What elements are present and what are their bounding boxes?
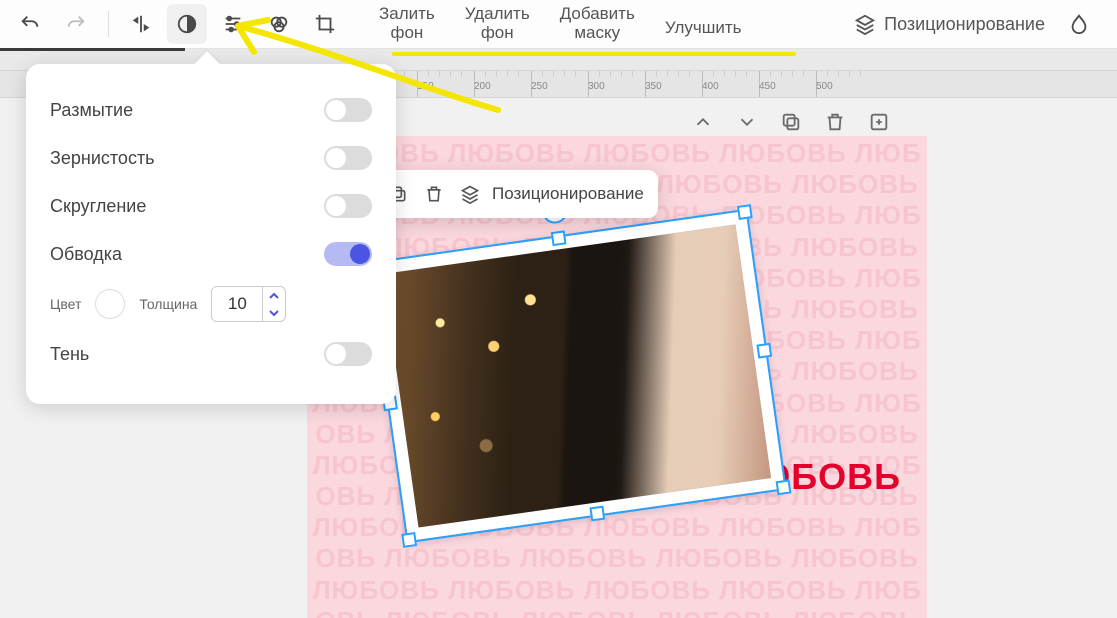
color-channels-button[interactable] bbox=[259, 4, 299, 44]
selection-toolbar: Позиционирование bbox=[370, 170, 658, 218]
layer-tools bbox=[685, 104, 897, 140]
flip-icon bbox=[130, 13, 152, 35]
blur-label: Размытие bbox=[50, 100, 133, 121]
history-group bbox=[0, 4, 345, 44]
spinner-group bbox=[262, 287, 285, 321]
caret-down-icon bbox=[269, 308, 279, 318]
crop-button[interactable] bbox=[305, 4, 345, 44]
sliders-icon bbox=[222, 13, 244, 35]
delete-button[interactable] bbox=[817, 104, 853, 140]
positioning-button[interactable]: Позиционирование bbox=[854, 13, 1045, 35]
blur-toggle[interactable] bbox=[324, 98, 372, 122]
thickness-label: Толщина bbox=[139, 296, 197, 312]
stroke-label: Обводка bbox=[50, 244, 122, 265]
thickness-input[interactable] bbox=[212, 293, 262, 315]
ruler-tick-label: 500 bbox=[816, 81, 833, 92]
toolbar-right-group: Позиционирование bbox=[854, 4, 1117, 44]
shadow-toggle[interactable] bbox=[324, 342, 372, 366]
chevron-up-icon bbox=[692, 111, 714, 133]
color-label: Цвет bbox=[50, 296, 81, 312]
rounding-toggle[interactable] bbox=[324, 194, 372, 218]
ruler-tick-label: 350 bbox=[645, 81, 662, 92]
add-button[interactable] bbox=[861, 104, 897, 140]
grain-toggle[interactable] bbox=[324, 146, 372, 170]
crop-icon bbox=[314, 13, 336, 35]
plus-square-icon bbox=[868, 111, 890, 133]
top-toolbar: Залитьфон Удалитьфон Добавитьмаску Улучш… bbox=[0, 0, 1117, 49]
droplet-icon bbox=[1068, 13, 1090, 35]
text-button-group: Залитьфон Удалитьфон Добавитьмаску Улучш… bbox=[365, 5, 756, 42]
undo-button[interactable] bbox=[10, 4, 50, 44]
remove-bg-button[interactable]: Удалитьфон bbox=[451, 5, 544, 42]
grain-label: Зернистость bbox=[50, 148, 155, 169]
ruler-tick-label: 400 bbox=[702, 81, 719, 92]
layers-icon bbox=[460, 184, 480, 204]
thickness-up-button[interactable] bbox=[263, 287, 285, 304]
trash-icon bbox=[824, 111, 846, 133]
resize-handle-top-mid[interactable] bbox=[551, 230, 567, 246]
positioning-label: Позиционирование bbox=[884, 14, 1045, 35]
flip-button[interactable] bbox=[121, 4, 161, 44]
thickness-down-button[interactable] bbox=[263, 304, 285, 321]
blur-row: Размытие bbox=[50, 86, 372, 134]
move-up-button[interactable] bbox=[685, 104, 721, 140]
channels-icon bbox=[268, 13, 290, 35]
trash-icon bbox=[424, 184, 444, 204]
resize-handle-bottom-right[interactable] bbox=[776, 479, 792, 495]
rounding-label: Скругление bbox=[50, 196, 146, 217]
rounding-row: Скругление bbox=[50, 182, 372, 230]
copy-icon bbox=[780, 111, 802, 133]
resize-handle-bottom-mid[interactable] bbox=[589, 506, 605, 522]
move-down-button[interactable] bbox=[729, 104, 765, 140]
stroke-row: Обводка bbox=[50, 230, 372, 278]
stroke-subrow: Цвет Толщина bbox=[50, 278, 372, 330]
duplicate-button[interactable] bbox=[773, 104, 809, 140]
shadow-row: Тень bbox=[50, 330, 372, 378]
adjust-button[interactable] bbox=[213, 4, 253, 44]
redo-button[interactable] bbox=[56, 4, 96, 44]
color-swatch[interactable] bbox=[95, 289, 125, 319]
selection-layers-button[interactable] bbox=[456, 180, 484, 208]
ruler-tick-label: 450 bbox=[759, 81, 776, 92]
effects-icon bbox=[176, 13, 198, 35]
selection-delete-button[interactable] bbox=[420, 180, 448, 208]
layers-icon bbox=[854, 13, 876, 35]
ruler-tick-label: 200 bbox=[474, 81, 491, 92]
ruler-tick-label: 150 bbox=[417, 81, 434, 92]
droplet-button[interactable] bbox=[1059, 4, 1099, 44]
effects-button[interactable] bbox=[167, 4, 207, 44]
stroke-toggle[interactable] bbox=[324, 242, 372, 266]
chevron-down-icon bbox=[736, 111, 758, 133]
thickness-input-wrapper bbox=[211, 286, 286, 322]
progress-indicator bbox=[0, 48, 185, 51]
grain-row: Зернистость bbox=[50, 134, 372, 182]
resize-handle-bottom-left[interactable] bbox=[401, 532, 417, 548]
ruler-tick-label: 250 bbox=[531, 81, 548, 92]
resize-handle-mid-right[interactable] bbox=[756, 343, 772, 359]
shadow-label: Тень bbox=[50, 344, 89, 365]
effects-panel: Размытие Зернистость Скругление Обводка … bbox=[26, 64, 396, 404]
enhance-button[interactable]: Улучшить bbox=[651, 11, 756, 38]
ruler-tick-label: 300 bbox=[588, 81, 605, 92]
resize-handle-top-right[interactable] bbox=[737, 204, 753, 220]
undo-icon bbox=[19, 13, 41, 35]
redo-icon bbox=[65, 13, 87, 35]
selection-outline bbox=[367, 209, 787, 544]
selected-image-wrapper[interactable] bbox=[369, 211, 784, 541]
fill-bg-button[interactable]: Залитьфон bbox=[365, 5, 449, 42]
caret-up-icon bbox=[269, 291, 279, 301]
add-mask-button[interactable]: Добавитьмаску bbox=[546, 5, 649, 42]
selection-positioning-button[interactable]: Позиционирование bbox=[492, 184, 644, 204]
